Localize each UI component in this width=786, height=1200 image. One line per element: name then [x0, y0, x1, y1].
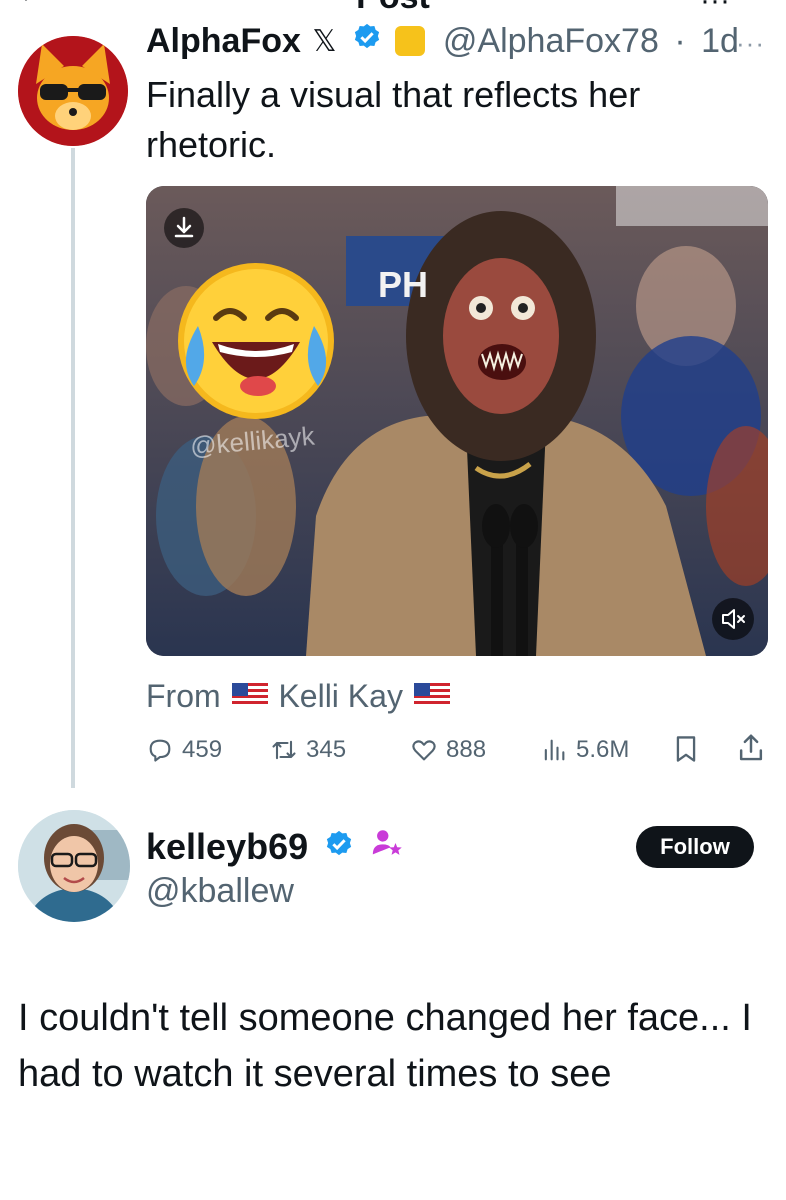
thread-connector-line	[71, 148, 75, 788]
views-button[interactable]: 5.6M	[540, 734, 629, 766]
reply-author-row: kelleyb69	[146, 824, 404, 869]
reply-text: I couldn't tell someone changed her face…	[18, 997, 752, 1095]
avatar[interactable]	[18, 36, 128, 146]
tweet-video[interactable]: PH @kellikayk	[146, 186, 768, 656]
us-flag-icon	[412, 678, 452, 715]
download-button[interactable]	[164, 208, 204, 248]
page-title: Post	[0, 0, 786, 17]
tweet-text: Finally a visual that reflects her rheto…	[146, 74, 641, 165]
like-button[interactable]: 888	[410, 734, 486, 766]
reply-icon	[149, 739, 171, 762]
fox-avatar-image	[18, 36, 128, 146]
from-label: From	[146, 678, 221, 715]
author-name[interactable]: AlphaFox	[146, 22, 301, 61]
author-handle[interactable]: @AlphaFox78	[443, 22, 659, 61]
repost-icon	[272, 740, 296, 760]
reply-button[interactable]: 459	[146, 734, 222, 766]
source-name[interactable]: Kelli Kay	[278, 678, 403, 715]
media-source[interactable]: From Kelli Kay	[146, 676, 452, 715]
reply-author-handle[interactable]: @kballew	[146, 872, 294, 911]
bookmark-icon[interactable]	[672, 734, 700, 764]
repost-count: 345	[306, 736, 347, 763]
rally-sign-text: PH	[378, 264, 429, 305]
more-options-icon[interactable]: ···	[700, 0, 730, 18]
like-count: 888	[446, 736, 487, 763]
x-logo-icon: 𝕏	[312, 24, 337, 58]
verified-badge-icon	[318, 826, 354, 868]
tweet-header: AlphaFox 𝕏 @AlphaFox78 · 1d	[146, 20, 739, 60]
mute-icon	[722, 609, 745, 629]
repost-button[interactable]: 345	[270, 734, 346, 766]
download-icon	[174, 216, 194, 238]
video-frame-image	[146, 186, 768, 656]
affiliate-badge-icon	[395, 26, 426, 57]
reply-author-name[interactable]: kelleyb69	[146, 826, 308, 868]
share-icon[interactable]	[736, 732, 766, 764]
mute-button[interactable]	[712, 598, 754, 640]
us-flag-icon	[230, 678, 270, 715]
avatar[interactable]	[18, 810, 130, 922]
verified-badge-icon	[346, 22, 382, 61]
dot-separator: ·	[674, 21, 686, 60]
tweet-age: 1d	[701, 21, 739, 60]
profile-photo-image	[18, 810, 130, 922]
subscriber-badge-icon	[364, 826, 404, 869]
reply-count: 459	[182, 736, 223, 763]
tweet-more-icon[interactable]: ···	[736, 28, 765, 59]
views-count: 5.6M	[576, 736, 630, 763]
views-chart-icon	[544, 739, 565, 761]
follow-button[interactable]: Follow	[636, 826, 754, 868]
heart-icon	[412, 740, 436, 761]
